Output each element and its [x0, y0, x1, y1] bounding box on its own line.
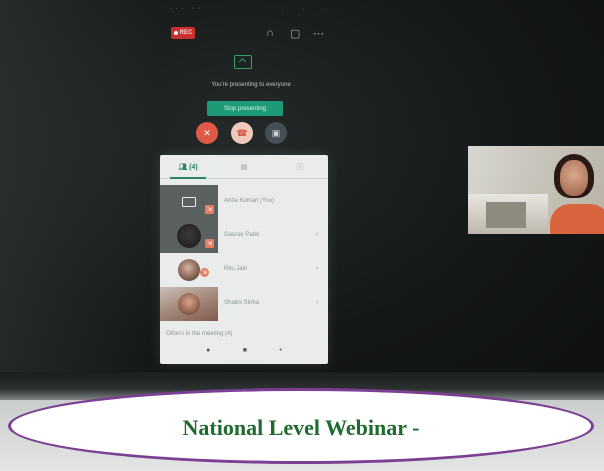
- chat-icon: ▤: [240, 163, 248, 171]
- record-dot-icon: [173, 31, 178, 35]
- leave-call-button[interactable]: ☎: [231, 122, 253, 144]
- participant-row[interactable]: ⇲ Ritu Jain ›: [160, 253, 328, 287]
- mic-icon[interactable]: ●: [206, 347, 210, 354]
- window-controls[interactable]: · · ·: [282, 6, 333, 13]
- pin-icon[interactable]: ⇲: [200, 268, 209, 277]
- participant-name: Shalini Sinha: [224, 300, 260, 306]
- participant-photo: [178, 293, 200, 315]
- participant-name: Gaurav Patel: [224, 232, 260, 238]
- chevron-right-icon[interactable]: ›: [316, 265, 318, 272]
- people-icon: 👥︎: [178, 163, 188, 171]
- lock-icon[interactable]: ■: [243, 347, 247, 354]
- top-status-bar: · · · ◦ ◦: [170, 6, 202, 12]
- more-icon[interactable]: •: [279, 347, 281, 354]
- active-tab-indicator: [170, 177, 206, 179]
- avatar: [178, 259, 200, 281]
- panel-tabs: 👥︎ (4) ▤ ⓘ: [160, 155, 328, 179]
- avatar: [177, 224, 201, 248]
- tab-people[interactable]: 👥︎ (4): [160, 163, 216, 171]
- info-icon: ⓘ: [296, 163, 304, 171]
- chevron-right-icon[interactable]: ›: [316, 231, 318, 238]
- screen-share-icon: [182, 197, 196, 207]
- people-count: (4): [189, 163, 198, 171]
- headphones-icon[interactable]: ∩: [266, 27, 274, 39]
- mic-off-icon: ✕: [203, 127, 211, 138]
- pin-icon[interactable]: ⇲: [205, 205, 214, 214]
- caption-banner: National Level Webinar -: [8, 388, 594, 464]
- screen-glare: [0, 0, 160, 400]
- background-object: [486, 202, 526, 228]
- panel-footer-icons: ● ■ •: [160, 347, 328, 354]
- presenter-face: [560, 160, 588, 196]
- caption-text: National Level Webinar -: [182, 415, 420, 440]
- stop-presenting-button[interactable]: Stop presenting: [207, 101, 283, 116]
- participant-thumbnail: [160, 287, 218, 321]
- monitor-screen: · · · ◦ ◦ · · · REC ∩ ▢ ⋯ You're present…: [0, 0, 604, 400]
- captions-icon: ▣: [271, 127, 281, 138]
- pin-icon[interactable]: ⇲: [205, 239, 214, 248]
- participant-name: Ritu Jain: [224, 266, 248, 272]
- participant-row[interactable]: Shalini Sinha ›: [160, 287, 328, 321]
- mic-off-button[interactable]: ✕: [196, 122, 218, 144]
- present-screen-icon: [234, 55, 252, 69]
- participant-thumbnail: [160, 253, 218, 287]
- people-panel: 👥︎ (4) ▤ ⓘ ⇲ Anita Kumari (You) ⇲ Gaurav…: [160, 155, 328, 364]
- layout-icon[interactable]: ▢: [290, 27, 300, 40]
- presenting-message: You're presenting to everyone: [211, 82, 291, 88]
- phone-hangup-icon: ☎: [236, 127, 248, 138]
- recording-badge: REC: [171, 27, 195, 39]
- others-in-meeting-label: Others in the meeting (4): [166, 331, 233, 337]
- participant-row[interactable]: ⇲ Anita Kumari (You): [160, 185, 328, 219]
- participant-name: Anita Kumari (You): [224, 198, 275, 204]
- self-video-tile[interactable]: [468, 146, 604, 234]
- tab-chat[interactable]: ▤: [216, 163, 272, 171]
- presenter-body: [550, 204, 604, 234]
- tab-info[interactable]: ⓘ: [272, 162, 328, 172]
- chevron-right-icon[interactable]: ›: [316, 299, 318, 306]
- captions-button[interactable]: ▣: [265, 122, 287, 144]
- recording-label: REC: [179, 30, 193, 36]
- more-options-icon[interactable]: ⋯: [313, 27, 324, 40]
- participant-row[interactable]: ⇲ Gaurav Patel ›: [160, 219, 328, 253]
